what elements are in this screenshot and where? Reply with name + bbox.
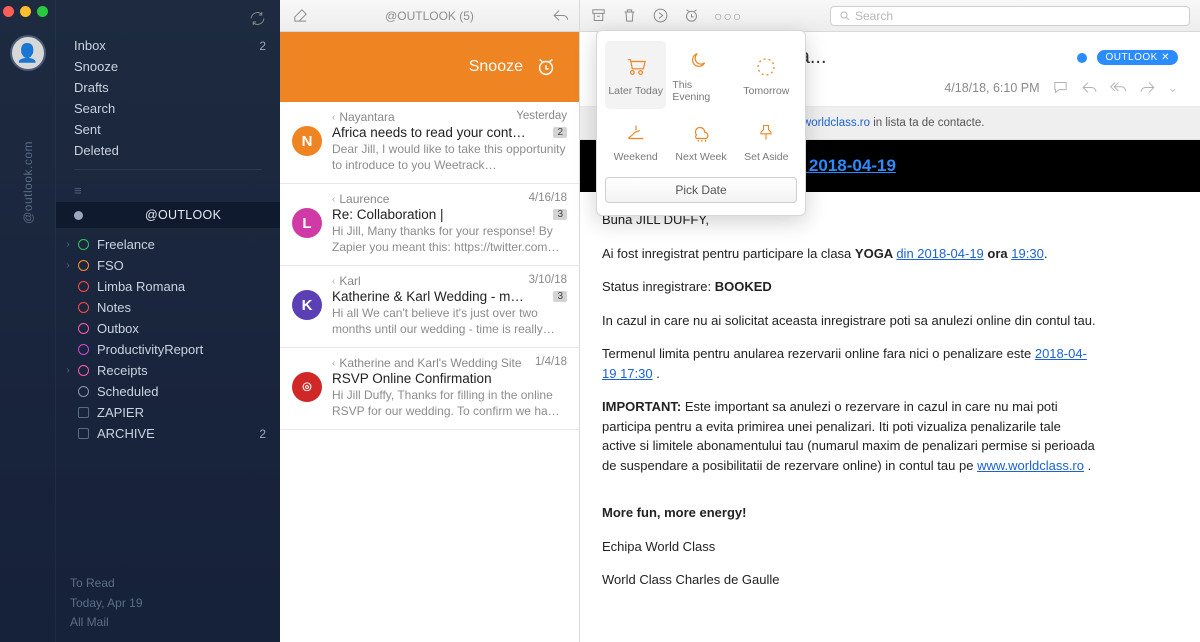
snooze-header-label: Snooze <box>469 58 523 76</box>
trash-icon[interactable] <box>621 7 638 24</box>
sidebar-item-drafts[interactable]: Drafts <box>56 77 280 98</box>
snooze-icon[interactable] <box>683 7 700 24</box>
message-item[interactable]: ⌾1/4/18‹Katherine and Karl's Wedding Sit… <box>280 348 579 430</box>
window-controls[interactable] <box>3 6 48 17</box>
search-placeholder: Search <box>855 9 893 23</box>
account-label: @OUTLOOK <box>145 208 221 222</box>
reply-all-icon[interactable] <box>1110 79 1127 96</box>
snooze-option-tomorrow[interactable]: Tomorrow <box>736 41 797 109</box>
sidebar-footer: To Read Today, Apr 19 All Mail <box>70 574 143 632</box>
sidebar-folder-freelance[interactable]: ›Freelance <box>56 234 280 255</box>
footer-to-read[interactable]: To Read <box>70 574 143 593</box>
reader-date: 4/18/18, 6:10 PM <box>944 81 1039 95</box>
sidebar-folder-notes[interactable]: Notes <box>56 297 280 318</box>
footer-date[interactable]: Today, Apr 19 <box>70 594 143 613</box>
list-toolbar: @OUTLOOK (5) <box>280 0 579 32</box>
sidebar-item-deleted[interactable]: Deleted <box>56 140 280 161</box>
sidebar-folder-archive[interactable]: ARCHIVE2 <box>56 423 280 444</box>
snooze-option-this-evening[interactable]: This Evening <box>670 41 731 109</box>
search-icon <box>839 10 851 22</box>
chevron-down-icon[interactable]: ⌄ <box>1168 80 1178 95</box>
sidebar-folder-outbox[interactable]: Outbox <box>56 318 280 339</box>
search-input[interactable]: Search <box>830 6 1190 26</box>
message-item[interactable]: K3/10/18‹KarlKatherine & Karl Wedding - … <box>280 266 579 348</box>
message-list-pane: @OUTLOOK (5) Snooze NYesterday‹Nayantara… <box>280 0 580 642</box>
sidebar-main: Inbox2SnoozeDraftsSearchSentDeleted ≡ @O… <box>56 0 280 642</box>
message-item[interactable]: NYesterday‹NayantaraAfrica needs to read… <box>280 102 579 184</box>
move-icon[interactable] <box>652 7 669 24</box>
snooze-popover: Later TodayThis EveningTomorrow WeekendNe… <box>596 30 806 216</box>
archive-icon[interactable] <box>590 7 607 24</box>
hamburger-icon[interactable]: ≡ <box>56 183 280 198</box>
snooze-option-later-today[interactable]: Later Today <box>605 41 666 109</box>
more-icon[interactable]: ○○○ <box>714 8 742 24</box>
sidebar-item-snooze[interactable]: Snooze <box>56 56 280 77</box>
sidebar-item-search[interactable]: Search <box>56 98 280 119</box>
reader-toolbar: ○○○ Search <box>580 0 1200 32</box>
sidebar-separator <box>74 169 262 179</box>
sidebar-folder-productivityreport[interactable]: ProductivityReport <box>56 339 280 360</box>
unread-dot <box>1077 53 1087 63</box>
refresh-icon[interactable] <box>249 10 266 27</box>
sidebar-folder-zapier[interactable]: ZAPIER <box>56 402 280 423</box>
sidebar-folder-receipts[interactable]: ›Receipts <box>56 360 280 381</box>
close-dot[interactable] <box>3 6 14 17</box>
reply-single-icon[interactable] <box>1081 79 1098 96</box>
list-toolbar-title: @OUTLOOK (5) <box>280 9 579 23</box>
avatar[interactable]: 👤 <box>10 35 46 71</box>
account-tag[interactable]: OUTLOOK ✕ <box>1097 50 1178 65</box>
pick-date-button[interactable]: Pick Date <box>605 177 797 203</box>
sidebar-rail: 👤 @outlook.com <box>0 0 56 642</box>
sidebar-item-inbox[interactable]: Inbox2 <box>56 35 280 56</box>
account-status-dot <box>74 211 83 220</box>
sidebar-folder-fso[interactable]: ›FSO <box>56 255 280 276</box>
sidebar-account-row[interactable]: @OUTLOOK <box>56 202 280 228</box>
message-item[interactable]: L4/16/18‹LaurenceRe: Collaboration |3Hi … <box>280 184 579 266</box>
account-email-vertical: @outlook.com <box>21 141 35 224</box>
compose-icon[interactable] <box>292 7 309 24</box>
sidebar-folder-scheduled[interactable]: Scheduled <box>56 381 280 402</box>
speech-icon[interactable] <box>1052 79 1069 96</box>
snooze-header: Snooze <box>280 32 579 102</box>
sidebar-folder-limba romana[interactable]: Limba Romana <box>56 276 280 297</box>
snooze-option-weekend[interactable]: Weekend <box>605 113 666 169</box>
minimize-dot[interactable] <box>20 6 31 17</box>
forward-icon[interactable] <box>1139 79 1156 96</box>
snooze-option-next-week[interactable]: Next Week <box>670 113 731 169</box>
snooze-option-set-aside[interactable]: Set Aside <box>736 113 797 169</box>
reader-content: Buna JILL DUFFY, Ai fost inregistrat pen… <box>580 192 1120 622</box>
sidebar: 👤 @outlook.com Inbox2SnoozeDraftsSearchS… <box>0 0 280 642</box>
footer-all-mail[interactable]: All Mail <box>70 613 143 632</box>
zoom-dot[interactable] <box>37 6 48 17</box>
reply-icon[interactable] <box>552 7 569 24</box>
sidebar-item-sent[interactable]: Sent <box>56 119 280 140</box>
alarm-icon <box>535 56 557 78</box>
